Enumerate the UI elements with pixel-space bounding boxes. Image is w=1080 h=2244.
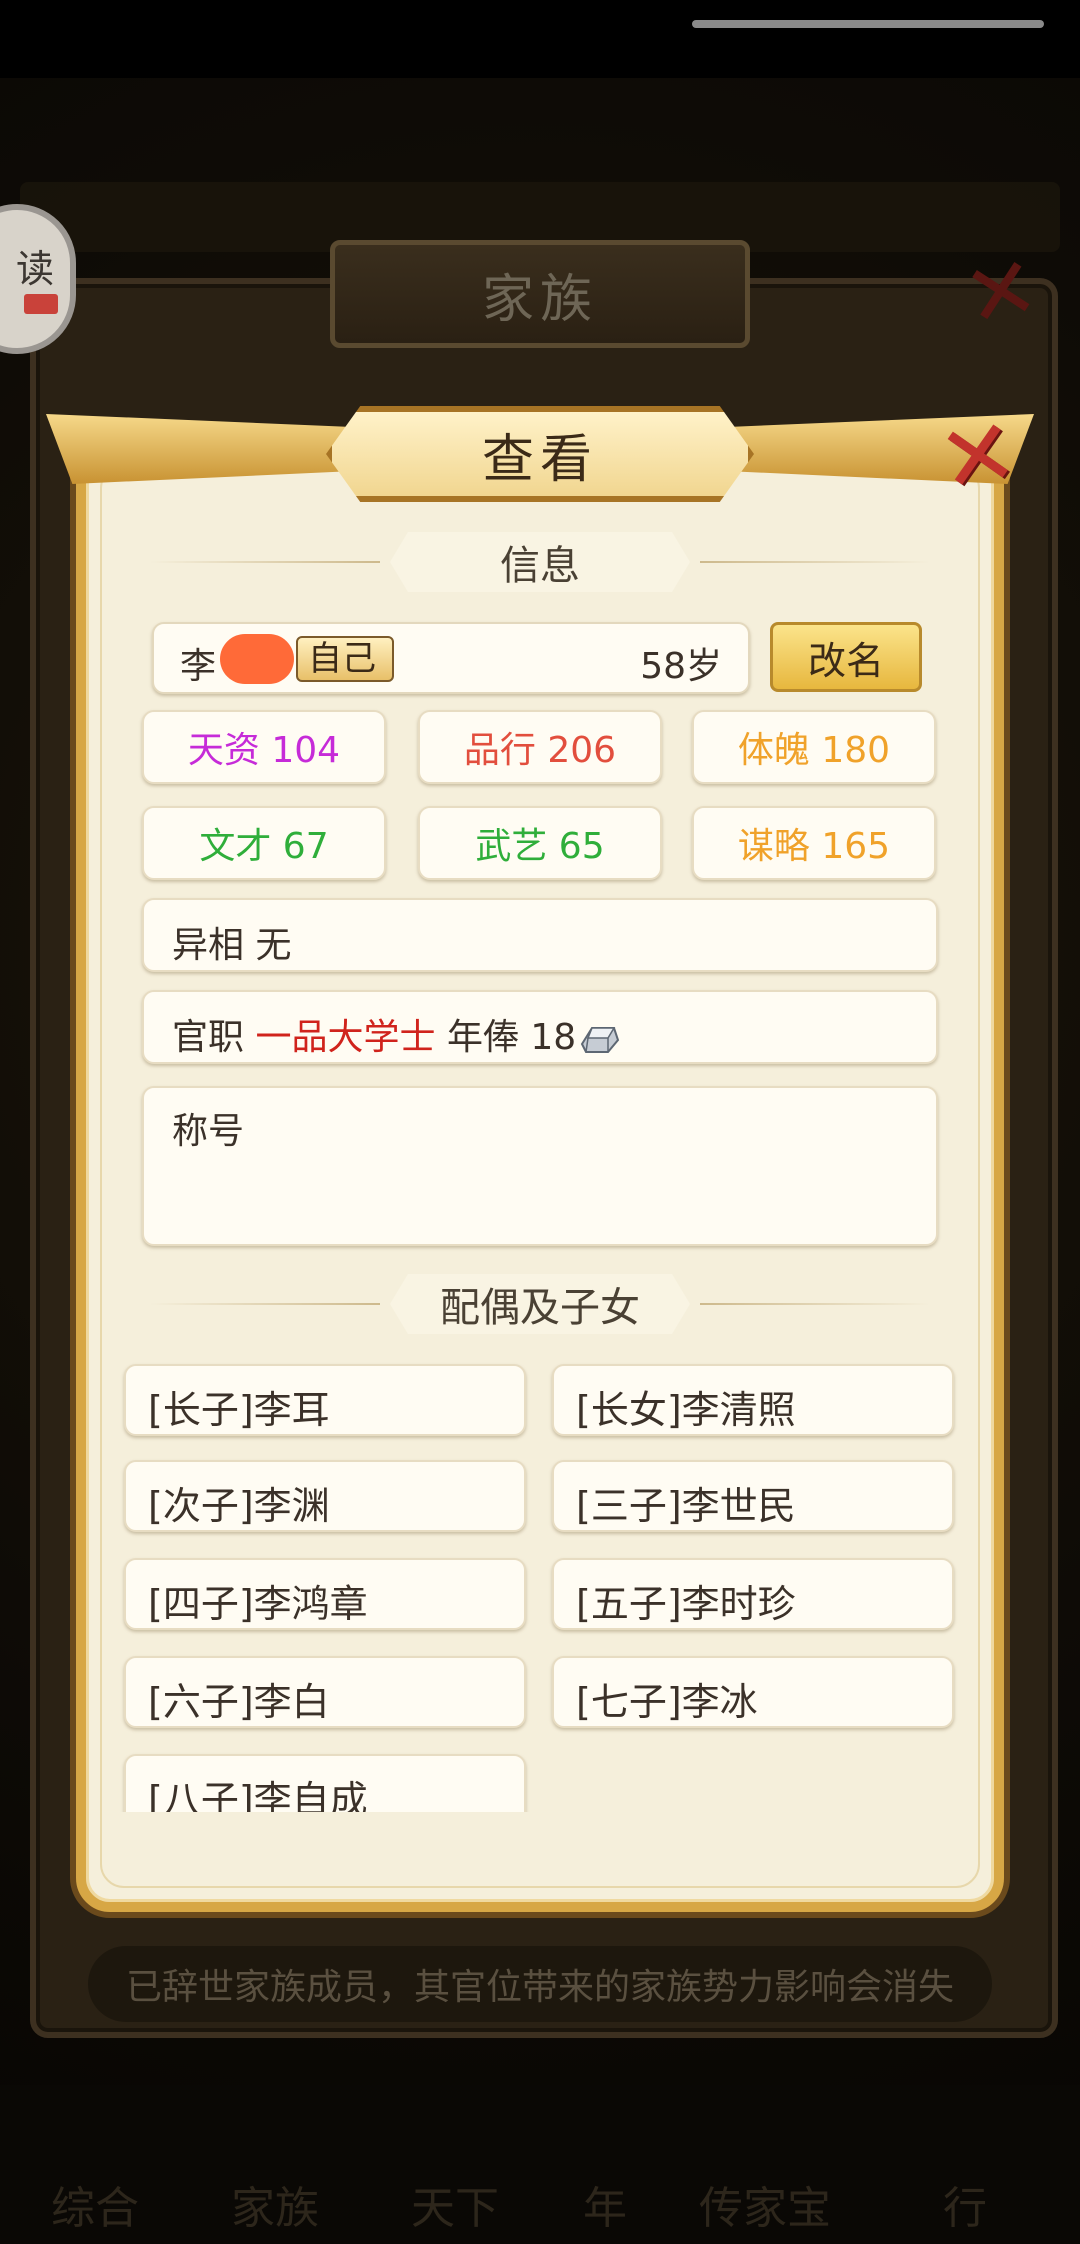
rename-button[interactable]: 改名 (770, 622, 922, 692)
nav-item-year[interactable]: 年 (520, 2172, 690, 2234)
family-header-label: 配偶及子女 (440, 1285, 640, 1331)
member-name: 李 (180, 646, 217, 687)
child-item[interactable]: [四子]李鸿章 (124, 1558, 526, 1630)
child-item[interactable]: [八子]李自成 (124, 1754, 526, 1812)
nav-item-overview[interactable]: 综合 (10, 2172, 180, 2234)
children-list[interactable]: [长子]李耳 [长女]李清照 [次子]李渊 [三子]李世民 [四子]李鸿章 [五… (100, 1350, 980, 1812)
family-window-title: 家族 (330, 240, 750, 348)
stat-literary: 文才 67 (142, 806, 386, 880)
stat-talent: 天资 104 (142, 710, 386, 784)
nav-item-heirloom[interactable]: 传家宝 (680, 2172, 850, 2234)
office-title: 一品大学士 (255, 1017, 436, 1058)
status-bar (0, 0, 1080, 78)
honor-label: 称号 (172, 1111, 245, 1152)
child-item[interactable]: [三子]李世民 (552, 1460, 954, 1532)
family-section-header: 配偶及子女 (150, 1274, 930, 1334)
dialog-title: 查看 (326, 406, 754, 502)
member-name-field: 李 自己 58岁 (152, 622, 750, 694)
child-item[interactable]: [五子]李时珍 (552, 1558, 954, 1630)
close-icon[interactable]: ✕ (914, 395, 1042, 517)
office-label: 官职 (172, 1017, 245, 1058)
trait-label: 异相 (172, 925, 245, 966)
nav-item-more[interactable]: 行 (880, 2172, 1050, 2234)
info-header-label: 信息 (500, 543, 580, 589)
trait-value: 无 (255, 925, 292, 966)
self-tag: 自己 (296, 636, 394, 682)
child-item[interactable]: [七子]李冰 (552, 1656, 954, 1728)
honor-field: 称号 (142, 1086, 938, 1246)
stat-strategy: 谋略 165 (692, 806, 936, 880)
silver-ingot-icon (581, 1027, 620, 1053)
child-item[interactable]: [六子]李白 (124, 1656, 526, 1728)
child-item[interactable]: [长子]李耳 (124, 1364, 526, 1436)
child-item[interactable]: [长女]李清照 (552, 1364, 954, 1436)
nav-item-world[interactable]: 天下 (370, 2172, 540, 2234)
gesture-bar (692, 20, 1044, 28)
redaction-mark (220, 634, 294, 684)
salary-value: 18 (530, 1017, 577, 1058)
stat-physique: 体魄 180 (692, 710, 936, 784)
salary-label: 年俸 (446, 1017, 519, 1058)
stat-conduct: 品行 206 (418, 710, 662, 784)
info-section-header: 信息 (150, 532, 930, 592)
trait-field: 异相 无 (142, 898, 938, 972)
family-close-icon[interactable]: ✕ (956, 231, 1075, 350)
bookmark-icon (24, 294, 58, 314)
office-field: 官职 一品大学士 年俸 18 (142, 990, 938, 1064)
stat-martial: 武艺 65 (418, 806, 662, 880)
nav-item-family[interactable]: 家族 (190, 2172, 360, 2234)
member-age: 58岁 (640, 646, 722, 687)
child-item[interactable]: [次子]李渊 (124, 1460, 526, 1532)
deceased-note: 已辞世家族成员，其官位带来的家族势力影响会消失 (88, 1946, 992, 2022)
